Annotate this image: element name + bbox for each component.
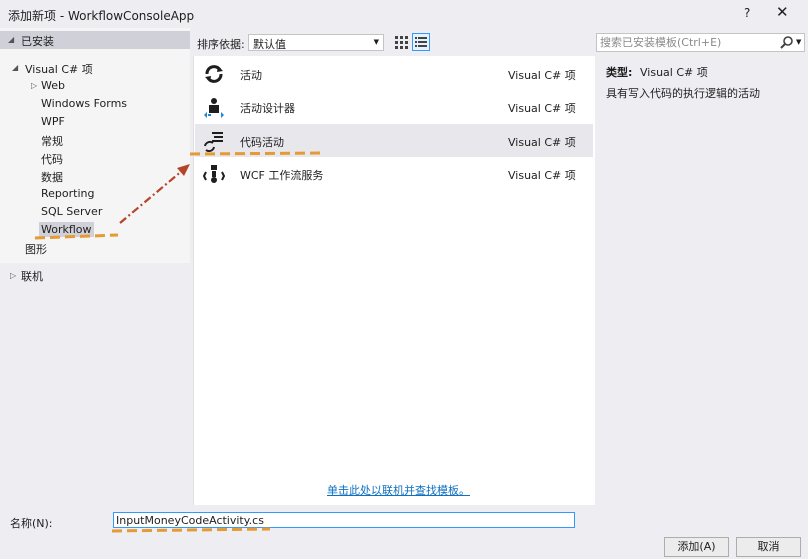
template-name: 活动设计器 — [240, 102, 295, 115]
template-item-activity[interactable]: 活动 Visual C# 项 — [195, 57, 593, 90]
code-activity-icon — [204, 132, 223, 152]
sort-label: 排序依据: — [197, 38, 245, 51]
search-icon[interactable] — [780, 35, 794, 49]
tree-item-reporting[interactable]: Reporting — [41, 187, 94, 200]
chevron-down-icon[interactable]: ▼ — [796, 38, 801, 46]
collapsed-caret-icon[interactable]: ▷ — [10, 271, 16, 280]
tree-item-sql-server[interactable]: SQL Server — [41, 205, 102, 218]
tree-item-online[interactable]: 联机 — [21, 268, 43, 284]
list-view-icon — [415, 37, 427, 47]
template-type: Visual C# 项 — [508, 169, 576, 182]
close-button[interactable]: ✕ — [776, 3, 789, 21]
annotation-underline-name — [111, 527, 271, 533]
template-description: 具有写入代码的执行逻辑的活动 — [606, 87, 760, 100]
template-type: Visual C# 项 — [508, 136, 576, 149]
template-name: WCF 工作流服务 — [240, 169, 324, 182]
chevron-down-icon: ▼ — [373, 38, 379, 46]
expanded-caret-icon[interactable]: ◢ — [12, 63, 18, 72]
sort-select[interactable]: 默认值 ▼ — [248, 34, 384, 51]
tree-item-code[interactable]: 代码 — [41, 151, 63, 167]
name-input[interactable] — [113, 512, 575, 528]
activity-designer-icon — [204, 98, 224, 118]
add-button[interactable]: 添加(A) — [664, 537, 729, 557]
type-value: Visual C# 项 — [640, 66, 708, 79]
tree-item-wpf[interactable]: WPF — [41, 115, 65, 128]
tree-item-general[interactable]: 常规 — [41, 133, 63, 149]
template-item-activity-designer[interactable]: 活动设计器 Visual C# 项 — [195, 90, 593, 123]
tree-item-windows-forms[interactable]: Windows Forms — [41, 97, 127, 110]
category-tree-lower — [0, 263, 190, 505]
wcf-service-icon — [203, 165, 225, 183]
tree-item-web[interactable]: Web — [41, 79, 65, 92]
tree-item-data[interactable]: 数据 — [41, 169, 63, 185]
template-name: 代码活动 — [240, 136, 284, 149]
tree-item-graphics[interactable]: 图形 — [25, 241, 47, 257]
template-type: Visual C# 项 — [508, 102, 576, 115]
activity-icon — [205, 65, 223, 83]
search-box[interactable]: ▼ — [596, 33, 805, 52]
type-label: 类型: — [606, 66, 633, 79]
tree-item-workflow[interactable]: Workflow — [39, 222, 94, 237]
grid-view-button[interactable] — [392, 33, 410, 51]
tree-label-installed: 已安装 — [21, 35, 54, 48]
window-title: 添加新项 - WorkflowConsoleApp — [8, 9, 195, 23]
help-button[interactable]: ? — [744, 6, 750, 20]
template-item-wcf-service[interactable]: WCF 工作流服务 Visual C# 项 — [195, 157, 593, 190]
cancel-button[interactable]: 取消 — [736, 537, 801, 557]
grid-view-icon — [395, 36, 408, 49]
search-input[interactable] — [600, 35, 770, 49]
collapsed-caret-icon[interactable]: ▷ — [31, 81, 37, 90]
online-templates-link[interactable]: 单击此处以联机并查找模板。 — [327, 482, 470, 498]
name-label: 名称(N): — [10, 517, 53, 530]
expanded-caret-icon[interactable]: ◢ — [8, 35, 14, 44]
sort-select-value: 默认值 — [253, 38, 286, 51]
template-type: Visual C# 项 — [508, 69, 576, 82]
template-name: 活动 — [240, 69, 262, 82]
list-view-button[interactable] — [412, 33, 430, 51]
template-item-code-activity[interactable]: 代码活动 Visual C# 项 — [195, 124, 593, 157]
tree-item-visual-csharp[interactable]: Visual C# 项 — [25, 61, 93, 77]
